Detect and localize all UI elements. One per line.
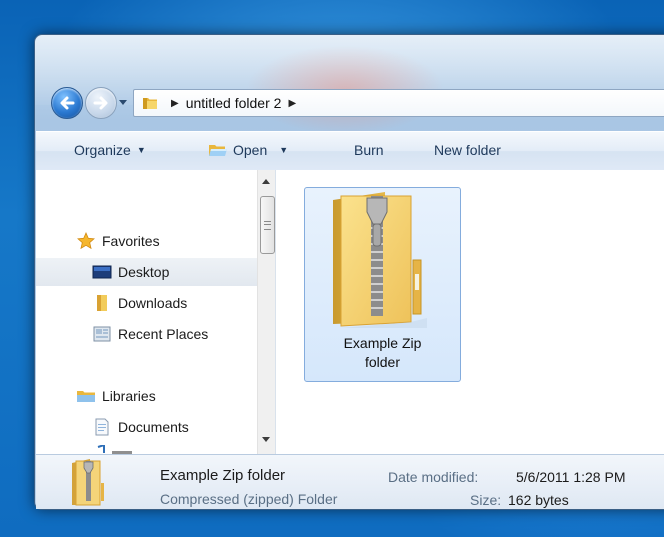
- breadcrumb-separator-icon[interactable]: ▶: [171, 98, 179, 109]
- burn-label: Burn: [354, 142, 384, 158]
- music-icon: [97, 443, 132, 454]
- details-file-name: Example Zip folder: [160, 467, 286, 484]
- forward-arrow-icon: [93, 96, 108, 110]
- burn-button[interactable]: Burn: [354, 142, 384, 158]
- chevron-down-icon: ▼: [136, 145, 146, 155]
- nav-item-downloads[interactable]: Downloads: [36, 289, 257, 317]
- address-folder-icon: [142, 95, 158, 111]
- back-button[interactable]: [51, 87, 83, 119]
- file-item-label: Example Zip folder: [305, 334, 460, 372]
- new-folder-button[interactable]: New folder: [434, 142, 501, 158]
- zip-folder-icon: [66, 455, 110, 512]
- details-pane: Example Zip folder Compressed (zipped) F…: [36, 454, 664, 509]
- size-value: 162 bytes: [508, 492, 569, 508]
- open-folder-icon: [208, 142, 228, 158]
- nav-item-label: Desktop: [118, 264, 170, 280]
- address-bar[interactable]: ▶ untitled folder 2 ▶: [133, 89, 664, 117]
- new-folder-label: New folder: [434, 142, 501, 158]
- date-modified-value: 5/6/2011 1:28 PM: [516, 469, 626, 485]
- file-name-line-1: Example Zip: [343, 335, 422, 351]
- nav-libraries-header[interactable]: Libraries: [36, 382, 257, 410]
- back-arrow-icon: [60, 96, 75, 110]
- organize-label: Organize: [74, 142, 131, 158]
- breadcrumb-untitled-folder-2[interactable]: untitled folder 2: [186, 95, 282, 111]
- scrollbar-thumb[interactable]: [260, 196, 275, 254]
- libraries-icon: [76, 387, 96, 405]
- zip-folder-icon: [319, 190, 445, 337]
- size-label: Size:: [470, 492, 502, 508]
- nav-item-recent-places[interactable]: Recent Places: [36, 320, 257, 348]
- recent-places-icon: [92, 325, 112, 343]
- nav-item-label: Recent Places: [118, 326, 209, 342]
- file-list-pane: Example Zip folder: [276, 170, 664, 454]
- desktop-icon: [92, 263, 112, 281]
- recent-pages-dropdown-icon[interactable]: [118, 97, 128, 107]
- date-modified-label: Date modified:: [388, 469, 479, 485]
- nav-item-label: Downloads: [118, 295, 188, 311]
- nav-item-label: Documents: [118, 419, 189, 435]
- scroll-down-arrow-icon[interactable]: [262, 437, 270, 442]
- nav-item-documents[interactable]: Documents: [36, 413, 257, 441]
- folder-icon: [92, 294, 112, 312]
- organize-button[interactable]: Organize ▼: [74, 142, 146, 158]
- breadcrumb-separator-icon[interactable]: ▶: [288, 98, 296, 109]
- command-toolbar: Organize ▼ Open ▼ Burn New folder: [36, 131, 664, 171]
- open-button[interactable]: Open ▼: [208, 142, 288, 158]
- star-icon: [76, 232, 96, 250]
- file-item-example-zip-folder[interactable]: Example Zip folder: [304, 187, 461, 382]
- scrollbar-grip-icon: [264, 221, 271, 230]
- explorer-window: ▶ untitled folder 2 ▶ Organize ▼ Open ▼ …: [34, 34, 664, 510]
- nav-pane-scrollbar[interactable]: [257, 170, 276, 454]
- nav-item-desktop[interactable]: Desktop: [36, 258, 257, 286]
- nav-favorites-header[interactable]: Favorites: [36, 227, 257, 255]
- navigation-bar: ▶ untitled folder 2 ▶: [51, 85, 664, 119]
- documents-icon: [92, 418, 112, 436]
- details-file-type: Compressed (zipped) Folder: [160, 491, 338, 507]
- file-name-line-2: folder: [364, 354, 401, 370]
- nav-item-music-partial[interactable]: [94, 443, 134, 454]
- open-label: Open: [233, 142, 268, 158]
- scroll-up-arrow-icon[interactable]: [262, 179, 270, 184]
- navigation-pane: Favorites Desktop Downloads Recent Place…: [36, 170, 257, 454]
- chevron-down-icon: ▼: [279, 145, 289, 155]
- libraries-label: Libraries: [102, 388, 156, 404]
- forward-button[interactable]: [85, 87, 117, 119]
- favorites-label: Favorites: [102, 233, 160, 249]
